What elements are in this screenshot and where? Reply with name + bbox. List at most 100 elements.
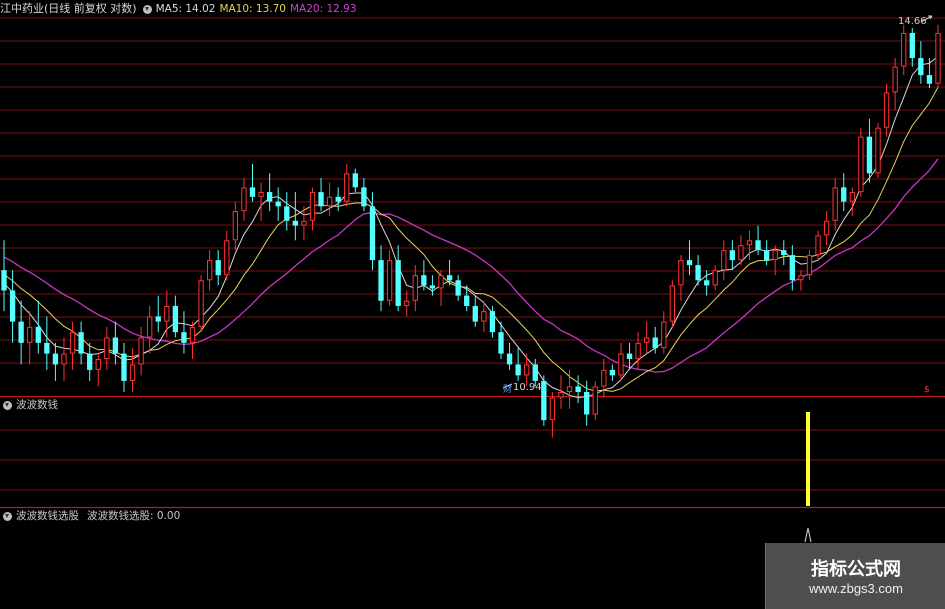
candle-body-down — [652, 337, 658, 349]
candle-body-up — [104, 337, 110, 360]
candle-body-down — [789, 255, 795, 281]
candle-body-up — [198, 280, 204, 327]
candle-body-down — [472, 305, 478, 322]
candle-body-down — [112, 337, 119, 354]
candle-body-down — [506, 353, 513, 365]
candle-body-down — [318, 192, 324, 207]
dropdown-menu-icon[interactable] — [142, 4, 152, 14]
candle-body-down — [292, 220, 298, 226]
candle-body-up — [27, 326, 33, 343]
candle-body-down — [352, 173, 358, 188]
candle-body-down — [429, 285, 436, 289]
candle-body-up — [601, 369, 607, 387]
candle-body-up — [147, 316, 153, 338]
selection-spike — [804, 527, 812, 543]
candle-body-down — [18, 321, 24, 343]
candle-body-up — [635, 342, 641, 360]
candle-body-up — [95, 359, 101, 370]
candle-body-down — [703, 280, 710, 286]
candle-body-up — [823, 220, 830, 236]
candle-body-down — [918, 58, 924, 76]
candle-body-down — [369, 206, 376, 261]
watermark-box: 指标公式网 www.zbgs3.com — [765, 543, 945, 609]
candle-body-up — [738, 245, 744, 261]
panel-dividers — [0, 395, 945, 509]
candle-body-up — [858, 136, 864, 193]
candle-body-down — [284, 206, 290, 221]
candle-body-up — [618, 353, 624, 376]
selection-value-label: 波波数钱选股: 0.00 — [87, 510, 181, 522]
candle-body-up — [558, 391, 564, 398]
indicator-panel-header: 波波数钱 — [0, 397, 58, 413]
candle-body-up — [326, 196, 333, 207]
candle-body-down — [121, 353, 127, 381]
candle-body-down — [464, 295, 470, 306]
candle-body-up — [404, 300, 410, 306]
ma5-line — [3, 56, 939, 399]
low-marker-badge: 财 — [503, 383, 512, 395]
candle-body-down — [575, 386, 581, 392]
candle-body-down — [52, 353, 59, 365]
signal-panel — [804, 412, 812, 543]
candle-body-down — [498, 332, 504, 354]
candle-body-down — [763, 250, 770, 261]
candle-body-down — [335, 196, 341, 202]
selection-panel-header: 波波数钱选股 波波数钱选股: 0.00 — [0, 508, 180, 524]
candle-body-up — [661, 321, 667, 349]
candle-body-down — [215, 260, 221, 276]
candle-body-down — [729, 250, 736, 261]
candle-body-down — [172, 305, 179, 333]
candle-body-down — [781, 250, 787, 256]
candle-body-up — [69, 332, 76, 354]
candle-body-up — [129, 364, 136, 381]
low-price-label: 10.94 — [513, 382, 542, 393]
candle-body-up — [241, 187, 247, 212]
candle-body-down — [841, 187, 847, 202]
candle-body-down — [155, 316, 161, 322]
candle-body-down — [609, 369, 616, 376]
candle-body-down — [909, 32, 915, 59]
candle-body-down — [181, 332, 187, 343]
ma5-label: MA5: 14.02 — [155, 3, 216, 15]
candle-body-up — [481, 311, 487, 322]
candle-body-down — [1, 270, 7, 291]
candle-body-down — [78, 332, 84, 354]
candle-body-up — [875, 127, 881, 174]
candle-body-down — [515, 364, 521, 376]
candle-body-up — [301, 220, 307, 226]
dropdown-menu-icon[interactable] — [3, 511, 12, 521]
right-edge-marker: $ — [924, 385, 930, 395]
candle-body-up — [806, 255, 813, 276]
ma5-line-group — [3, 56, 939, 399]
candle-body-down — [695, 265, 701, 281]
candle-body-up — [412, 275, 418, 301]
candle-body-up — [678, 260, 684, 286]
candle-body-down — [866, 136, 873, 174]
candle-body-up — [772, 250, 778, 261]
candle-body-up — [721, 250, 727, 271]
candle-body-down — [455, 280, 461, 296]
candle-body-up — [189, 326, 196, 343]
candle-body-up — [224, 240, 230, 276]
candle-body-up — [592, 386, 598, 415]
candle-body-up — [232, 211, 239, 241]
panel-title: 江中药业(日线 前复权 对数) — [0, 2, 137, 15]
candle-body-up — [815, 235, 821, 256]
candle-body-down — [395, 260, 401, 306]
candle-body-up — [892, 66, 898, 93]
ma20-label: MA20: 12.93 — [289, 3, 357, 15]
candle-body-up — [712, 270, 718, 286]
candle-body-down — [9, 290, 16, 322]
candle-body-down — [361, 187, 367, 207]
candle-body-up — [935, 32, 941, 84]
dropdown-menu-icon[interactable] — [3, 400, 12, 410]
ma10-label: MA10: 13.70 — [219, 3, 286, 15]
candle-body-up — [258, 192, 264, 197]
candle-body-down — [446, 275, 453, 281]
signal-bar — [806, 412, 810, 506]
candle-body-up — [61, 353, 67, 365]
candle-body-down — [541, 380, 547, 421]
candle-body-up — [164, 305, 170, 322]
candle-body-down — [421, 275, 427, 286]
candle-body-up — [524, 364, 530, 376]
